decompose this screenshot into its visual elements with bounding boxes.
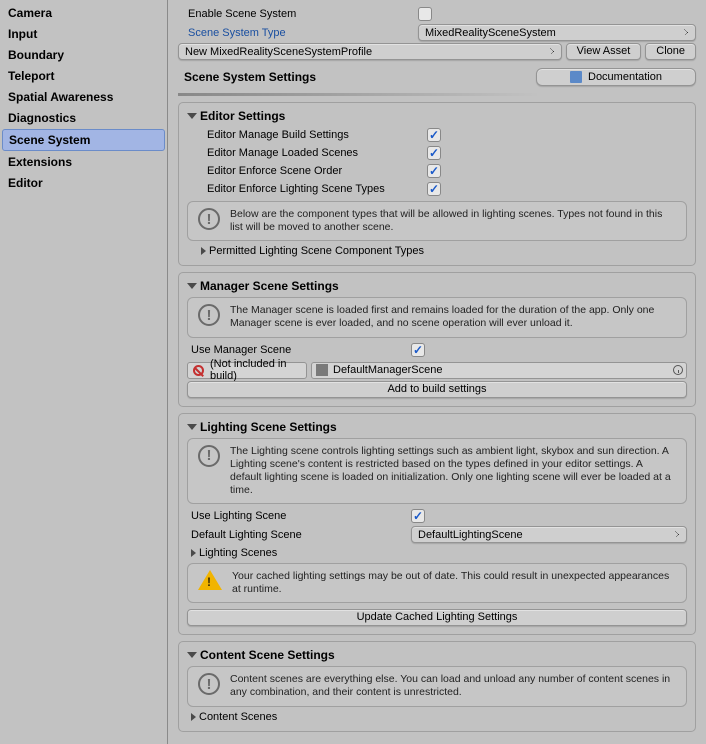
manager-settings-panel: Manager Scene Settings ! The Manager sce… [178,272,696,406]
lighting-warning-text: Your cached lighting settings may be out… [232,570,676,596]
sidebar-item-input[interactable]: Input [2,24,165,44]
manager-settings-title: Manager Scene Settings [200,279,339,293]
editor-enforce-order-label: Editor Enforce Scene Order [207,165,427,177]
chevron-down-icon [187,652,197,658]
editor-settings-foldout[interactable]: Editor Settings [187,109,687,123]
content-info-text: Content scenes are everything else. You … [230,673,676,699]
editor-enforce-order-checkbox[interactable] [427,164,441,178]
forbidden-icon [193,365,204,376]
object-picker-icon[interactable] [673,365,683,375]
lighting-info-text: The Lighting scene controls lighting set… [230,445,676,498]
editor-enforce-lighting-checkbox[interactable] [427,182,441,196]
default-lighting-scene-label: Default Lighting Scene [191,529,411,541]
chevron-right-icon [191,713,196,721]
add-to-build-button[interactable]: Add to build settings [187,381,687,398]
use-lighting-scene-checkbox[interactable] [411,509,425,523]
editor-enforce-lighting-label: Editor Enforce Lighting Scene Types [207,183,427,195]
editor-manage-loaded-checkbox[interactable] [427,146,441,160]
info-icon: ! [198,208,220,230]
content-settings-foldout[interactable]: Content Scene Settings [187,648,687,662]
divider [178,93,696,96]
use-manager-scene-checkbox[interactable] [411,343,425,357]
lighting-info: ! The Lighting scene controls lighting s… [187,438,687,505]
manager-info-text: The Manager scene is loaded first and re… [230,304,676,330]
documentation-label: Documentation [588,71,662,83]
info-icon: ! [198,673,220,695]
content-settings-panel: Content Scene Settings ! Content scenes … [178,641,696,731]
info-icon: ! [198,445,220,467]
content-scenes-label: Content Scenes [199,711,277,723]
editor-settings-info-text: Below are the component types that will … [230,208,676,234]
scene-system-type-dropdown[interactable]: MixedRealitySceneSystem [418,24,696,41]
enable-scene-system-checkbox[interactable] [418,7,432,21]
unity-scene-icon [316,364,328,376]
sidebar-item-diagnostics[interactable]: Diagnostics [2,108,165,128]
default-lighting-scene-dropdown[interactable]: DefaultLightingScene [411,526,687,543]
sidebar-item-boundary[interactable]: Boundary [2,45,165,65]
enable-scene-system-label: Enable Scene System [178,8,418,20]
manager-settings-foldout[interactable]: Manager Scene Settings [187,279,687,293]
section-title: Scene System Settings [178,70,316,84]
content-scenes-foldout[interactable]: Content Scenes [191,711,687,723]
lighting-scenes-foldout[interactable]: Lighting Scenes [191,547,687,559]
permitted-types-foldout[interactable]: Permitted Lighting Scene Component Types [201,245,687,257]
chevron-right-icon [191,549,196,557]
view-asset-button[interactable]: View Asset [566,43,642,60]
use-lighting-scene-label: Use Lighting Scene [191,510,411,522]
permitted-types-label: Permitted Lighting Scene Component Types [209,245,424,257]
editor-manage-loaded-label: Editor Manage Loaded Scenes [207,147,427,159]
manager-scene-field[interactable]: DefaultManagerScene [311,362,687,379]
editor-settings-info: ! Below are the component types that wil… [187,201,687,241]
lighting-settings-foldout[interactable]: Lighting Scene Settings [187,420,687,434]
editor-manage-build-label: Editor Manage Build Settings [207,129,427,141]
sidebar-item-spatial-awareness[interactable]: Spatial Awareness [2,87,165,107]
build-status: (Not included in build) [187,362,307,379]
documentation-button[interactable]: Documentation [536,68,696,86]
chevron-down-icon [187,113,197,119]
warning-icon [198,570,222,590]
book-icon [570,71,582,83]
sidebar: Camera Input Boundary Teleport Spatial A… [0,0,168,744]
editor-manage-build-checkbox[interactable] [427,128,441,142]
lighting-settings-panel: Lighting Scene Settings ! The Lighting s… [178,413,696,636]
chevron-right-icon [201,247,206,255]
scene-system-type-label: Scene System Type [178,27,418,39]
manager-info: ! The Manager scene is loaded first and … [187,297,687,337]
content-info: ! Content scenes are everything else. Yo… [187,666,687,706]
clone-button[interactable]: Clone [645,43,696,60]
sidebar-item-extensions[interactable]: Extensions [2,152,165,172]
main-content: Enable Scene System Scene System Type Mi… [168,0,706,744]
profile-dropdown[interactable]: New MixedRealitySceneSystemProfile [178,43,562,60]
info-icon: ! [198,304,220,326]
sidebar-item-teleport[interactable]: Teleport [2,66,165,86]
editor-settings-panel: Editor Settings Editor Manage Build Sett… [178,102,696,266]
lighting-settings-title: Lighting Scene Settings [200,420,337,434]
update-cached-lighting-button[interactable]: Update Cached Lighting Settings [187,609,687,626]
chevron-down-icon [187,283,197,289]
editor-settings-title: Editor Settings [200,109,285,123]
content-settings-title: Content Scene Settings [200,648,335,662]
sidebar-item-scene-system[interactable]: Scene System [2,129,165,151]
lighting-warning: Your cached lighting settings may be out… [187,563,687,603]
chevron-down-icon [187,424,197,430]
lighting-scenes-label: Lighting Scenes [199,547,277,559]
use-manager-scene-label: Use Manager Scene [191,344,411,356]
sidebar-item-camera[interactable]: Camera [2,3,165,23]
sidebar-item-editor[interactable]: Editor [2,173,165,193]
manager-scene-value: DefaultManagerScene [333,364,442,376]
not-included-label: (Not included in build) [210,358,301,382]
